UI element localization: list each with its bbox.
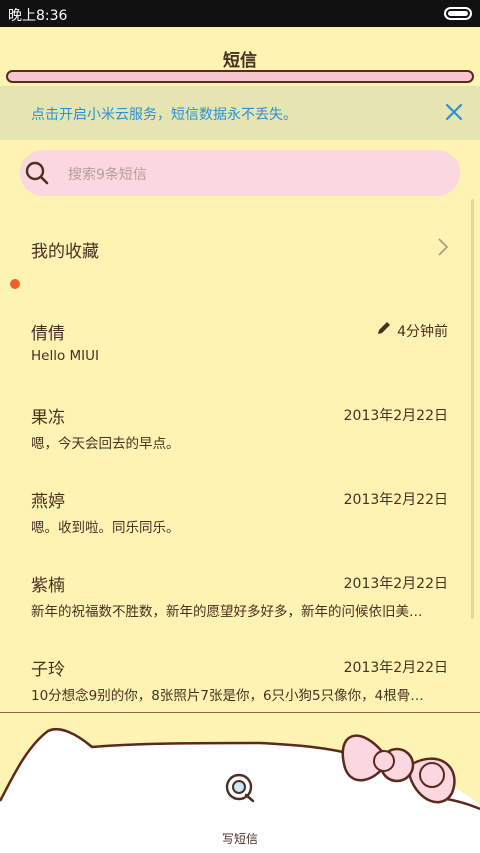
contact-name: 子玲 — [31, 660, 65, 680]
cloud-service-banner[interactable]: 点击开启小米云服务，短信数据永不丢失。 — [0, 86, 480, 140]
search-icon — [25, 161, 49, 185]
conversation-item[interactable]: 子玲 2013年2月22日 10分想念9别的你，8张照片7张是你，6只小狗5只像… — [0, 625, 480, 709]
message-preview: 新年的祝福数不胜数，新年的愿望好多好多，新年的问候依旧美… — [31, 604, 423, 620]
message-time: 2013年2月22日 — [343, 660, 448, 676]
unread-indicator — [10, 279, 20, 289]
status-bar: 晚上8:36 — [0, 0, 480, 27]
contact-name: 果冻 — [31, 408, 65, 428]
favorites-label: 我的收藏 — [31, 242, 99, 262]
pencil-icon — [378, 322, 390, 334]
conversation-item[interactable]: 倩倩 4分钟前 Hello MIUI — [0, 289, 480, 373]
header-decoration-bar — [6, 70, 474, 83]
battery-icon — [444, 7, 472, 20]
message-preview: 嗯，今天会回去的早点。 — [31, 436, 180, 452]
contact-name: 紫楠 — [31, 576, 65, 596]
favorites-item[interactable]: 我的收藏 — [0, 205, 480, 289]
conversation-item[interactable]: 紫楠 2013年2月22日 新年的祝福数不胜数，新年的愿望好多好多，新年的问候依… — [0, 541, 480, 625]
header: 短信 — [0, 27, 480, 86]
compose-icon[interactable] — [222, 770, 258, 806]
close-icon[interactable] — [442, 100, 466, 124]
conversation-item[interactable]: 果冻 2013年2月22日 嗯，今天会回去的早点。 — [0, 373, 480, 457]
contact-name: 燕婷 — [31, 492, 65, 512]
message-preview: 嗯。收到啦。同乐同乐。 — [31, 520, 180, 536]
chevron-right-icon — [438, 238, 449, 256]
contact-name: 倩倩 — [31, 324, 65, 344]
message-preview: Hello MIUI — [31, 348, 100, 364]
status-time: 晚上8:36 — [8, 8, 68, 24]
message-preview: 10分想念9别的你，8张照片7张是你，6只小狗5只像你，4根骨… — [31, 688, 424, 704]
search-input[interactable]: 搜索9条短信 — [20, 150, 460, 196]
banner-text[interactable]: 点击开启小米云服务，短信数据永不丢失。 — [31, 104, 297, 124]
message-time: 2013年2月22日 — [343, 408, 448, 424]
message-time: 2013年2月22日 — [343, 576, 448, 592]
message-time: 2013年2月22日 — [343, 492, 448, 508]
search-placeholder: 搜索9条短信 — [68, 167, 147, 183]
page-title: 短信 — [223, 51, 257, 71]
message-time: 4分钟前 — [397, 324, 448, 340]
scrollbar[interactable] — [471, 199, 474, 619]
bottom-bar: 写短信 — [0, 713, 480, 853]
conversation-item[interactable]: 燕婷 2013年2月22日 嗯。收到啦。同乐同乐。 — [0, 457, 480, 541]
compose-button-label[interactable]: 写短信 — [0, 830, 480, 847]
